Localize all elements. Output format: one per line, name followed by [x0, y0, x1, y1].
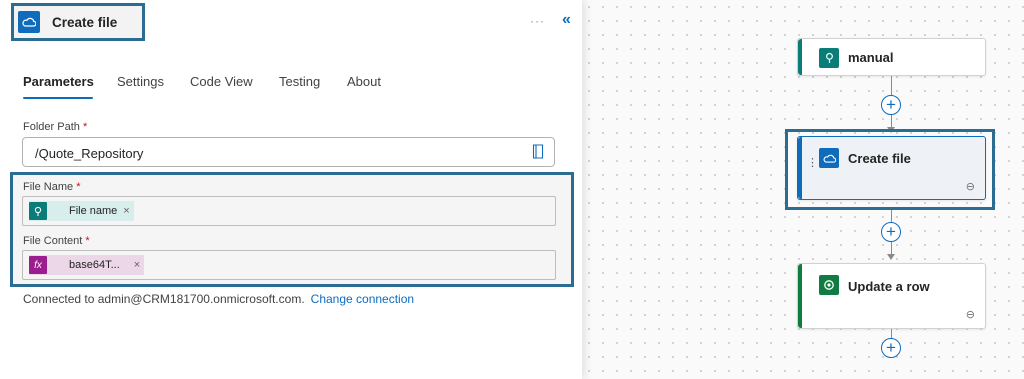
folder-path-value: /Quote_Repository	[35, 146, 144, 161]
connector-arrow	[887, 254, 895, 260]
file-name-input[interactable]: File name ×	[22, 196, 556, 226]
folder-path-label: Folder Path *	[23, 121, 88, 133]
file-content-token[interactable]: fx base64T... ×	[29, 255, 145, 275]
node-update-a-row-title: Update a row	[848, 279, 930, 294]
onedrive-icon	[18, 11, 40, 33]
connection-info: Connected to admin@CRM181700.onmicrosoft…	[23, 292, 414, 306]
node-manual[interactable]: manual	[797, 38, 986, 76]
expression-icon: fx	[29, 256, 47, 274]
remove-file-name-token-icon[interactable]: ×	[123, 205, 129, 217]
connection-text: Connected to admin@CRM181700.onmicrosoft…	[23, 292, 305, 306]
panel-header: Create file	[11, 3, 145, 41]
tab-code-view[interactable]: Code View	[190, 74, 253, 89]
active-tab-indicator	[23, 97, 93, 99]
action-details-panel: Create file ··· « Parameters Settings Co…	[0, 0, 582, 379]
connector-line	[891, 329, 892, 338]
tab-parameters[interactable]: Parameters	[23, 74, 94, 89]
connector-line	[891, 76, 892, 95]
file-content-label: File Content *	[23, 235, 90, 247]
node-create-file-title: Create file	[848, 151, 911, 166]
file-fields-highlight: File Name * File name × File Content * f…	[10, 172, 574, 287]
add-step-button[interactable]: +	[881, 95, 901, 115]
connection-link-icon: ⊖	[965, 309, 975, 321]
folder-path-input[interactable]: /Quote_Repository	[22, 137, 555, 167]
collapse-panel-button[interactable]: «	[562, 11, 571, 29]
file-content-token-label: base64T...	[69, 259, 120, 271]
tab-testing[interactable]: Testing	[279, 74, 320, 89]
file-content-input[interactable]: fx base64T... ×	[22, 250, 556, 280]
more-options-button[interactable]: ···	[530, 14, 545, 28]
tab-about[interactable]: About	[347, 74, 381, 89]
node-update-a-row[interactable]: Update a row ⊖	[797, 263, 986, 329]
file-name-token[interactable]: File name ×	[29, 201, 134, 221]
onedrive-icon	[819, 148, 839, 168]
manual-trigger-icon	[29, 202, 47, 220]
remove-file-content-token-icon[interactable]: ×	[134, 259, 140, 271]
manual-trigger-icon	[819, 48, 839, 68]
file-name-label: File Name *	[23, 181, 81, 193]
change-connection-link[interactable]: Change connection	[311, 292, 414, 306]
dataverse-icon	[819, 275, 839, 295]
drag-handle-icon[interactable]: ⋮	[807, 158, 818, 169]
node-create-file[interactable]: ⋮ Create file ⊖	[797, 136, 986, 200]
panel-title: Create file	[52, 15, 118, 30]
node-accent-bar	[798, 137, 802, 199]
flow-canvas[interactable]: manual + ⋮ Create file ⊖ + Update a row …	[582, 0, 1024, 379]
node-accent-bar	[798, 39, 802, 75]
node-manual-title: manual	[848, 50, 894, 65]
add-step-button[interactable]: +	[881, 338, 901, 358]
connector-line	[891, 210, 892, 222]
add-step-button[interactable]: +	[881, 222, 901, 242]
connection-link-icon: ⊖	[965, 181, 975, 193]
node-accent-bar	[798, 264, 802, 328]
folder-picker-icon[interactable]	[532, 144, 544, 159]
tab-settings[interactable]: Settings	[117, 74, 164, 89]
file-name-token-label: File name	[69, 205, 118, 217]
